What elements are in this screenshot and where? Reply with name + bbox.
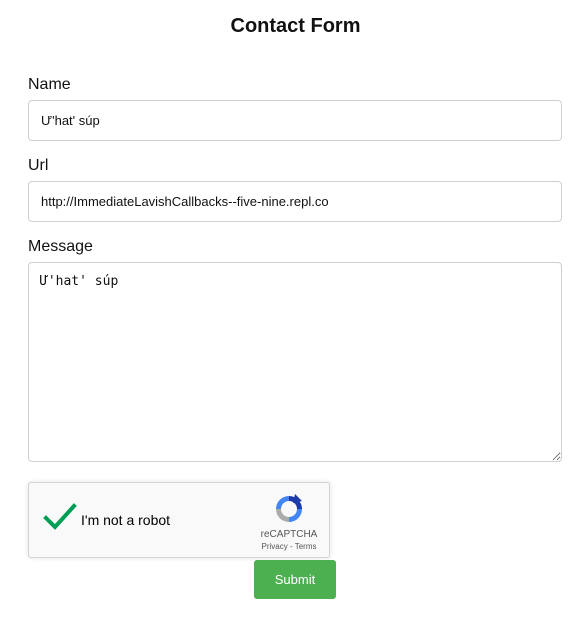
checkmark-icon[interactable]: [43, 502, 77, 532]
privacy-link[interactable]: Privacy: [262, 542, 288, 551]
message-textarea[interactable]: Ư'hat' súp: [28, 262, 562, 462]
url-input[interactable]: [28, 181, 562, 222]
name-input[interactable]: [28, 100, 562, 141]
links-separator: -: [289, 542, 293, 551]
recaptcha-logo-icon: [273, 493, 305, 525]
terms-link[interactable]: Terms: [295, 542, 317, 551]
page-title: Contact Form: [230, 15, 361, 37]
name-label: Name: [28, 76, 71, 93]
message-label: Message: [28, 238, 93, 255]
recaptcha-brand: reCAPTCHA: [260, 529, 318, 540]
recaptcha-links: Privacy - Terms: [249, 542, 329, 552]
submit-button[interactable]: Submit: [254, 560, 336, 599]
recaptcha-label[interactable]: I'm not a robot: [81, 511, 170, 529]
url-label: Url: [28, 157, 49, 174]
recaptcha-widget: I'm not a robot reCAPTCHA Privacy - Term…: [28, 482, 330, 558]
